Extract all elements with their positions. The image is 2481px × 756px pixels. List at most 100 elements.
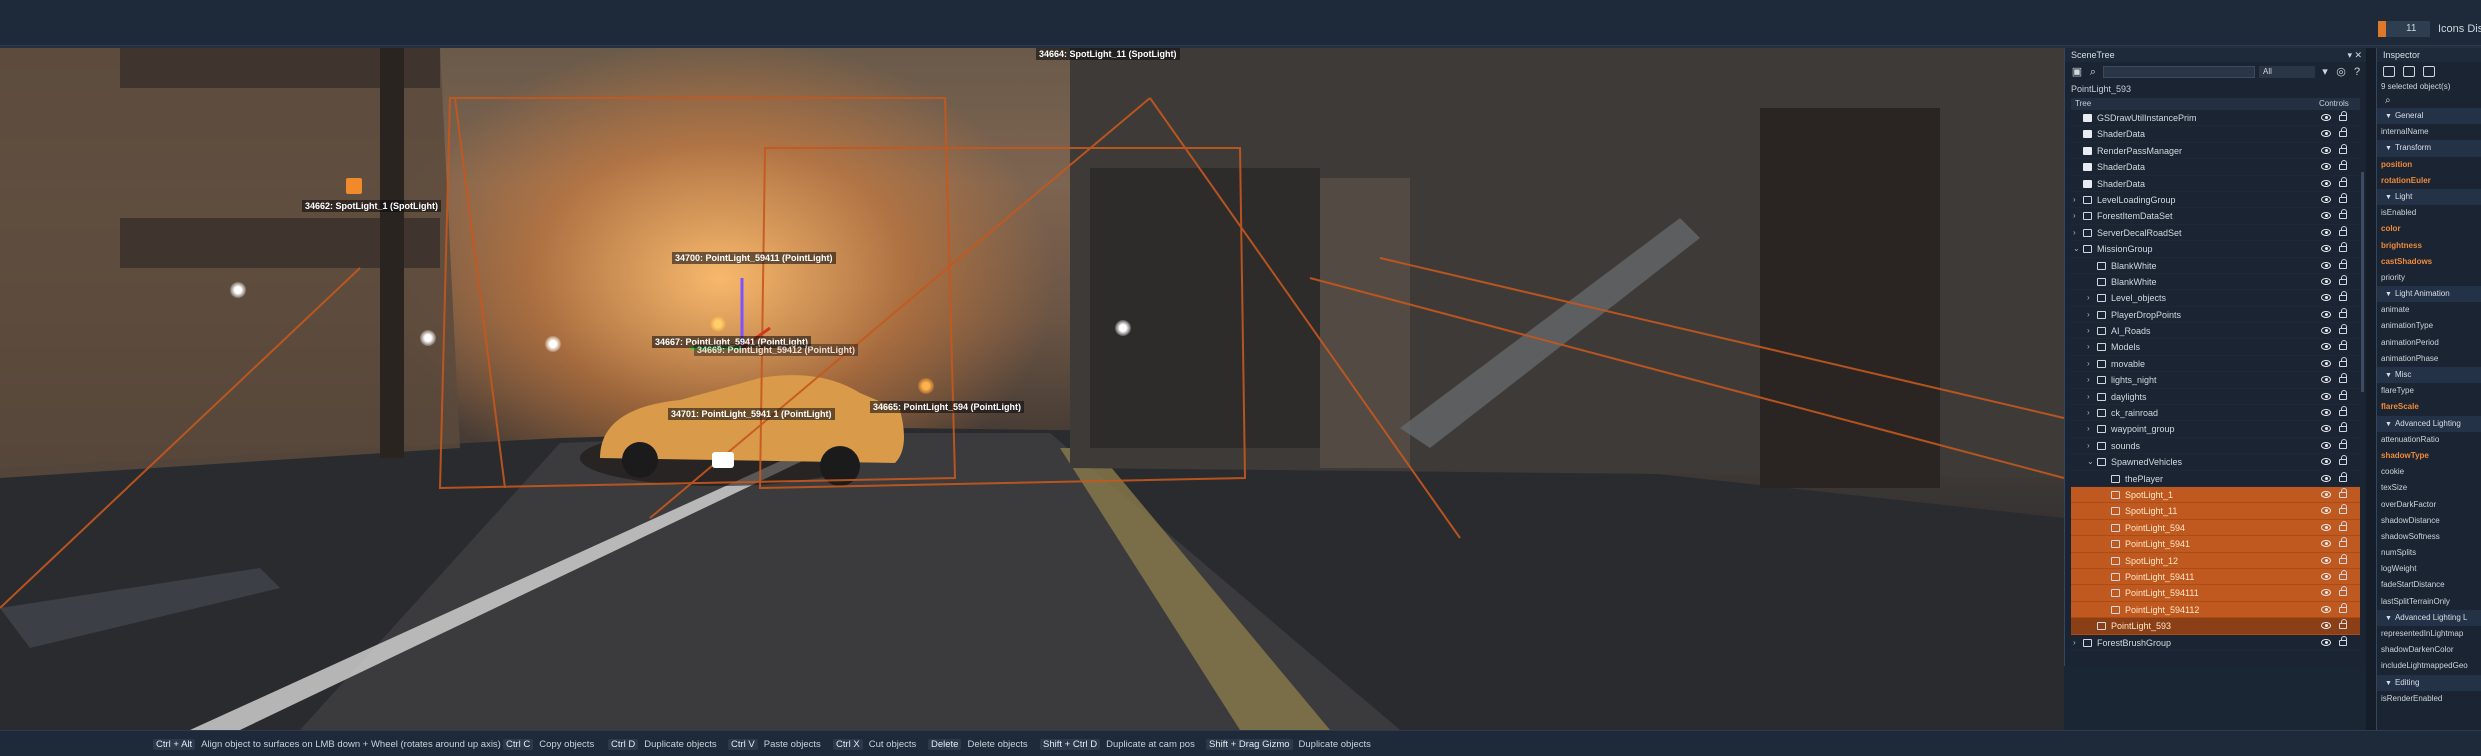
help-icon[interactable]: ? bbox=[2351, 66, 2363, 78]
tree-row[interactable]: BlankWhite bbox=[2071, 258, 2360, 274]
property-row[interactable]: rotationEuler bbox=[2377, 173, 2481, 189]
expand-arrow-icon[interactable]: › bbox=[2087, 372, 2090, 388]
property-row[interactable]: color bbox=[2377, 221, 2481, 237]
visibility-eye-icon[interactable] bbox=[2321, 327, 2331, 335]
object-label[interactable]: 34701: PointLight_5941 1 (PointLight) bbox=[668, 408, 835, 420]
expand-arrow-icon[interactable]: › bbox=[2087, 290, 2090, 306]
visibility-eye-icon[interactable] bbox=[2321, 425, 2331, 433]
collapse-arrow-icon[interactable]: ▼ bbox=[2385, 680, 2392, 687]
object-label[interactable]: 34700: PointLight_59411 (PointLight) bbox=[672, 252, 836, 264]
lock-icon[interactable] bbox=[2339, 602, 2347, 613]
tree-row[interactable]: SpotLight_1 bbox=[2071, 486, 2360, 504]
visibility-eye-icon[interactable] bbox=[2321, 507, 2331, 515]
lock-icon[interactable] bbox=[2339, 209, 2347, 220]
collapse-arrow-icon[interactable]: ▼ bbox=[2385, 615, 2392, 622]
expand-arrow-icon[interactable]: › bbox=[2087, 307, 2090, 323]
visibility-eye-icon[interactable] bbox=[2321, 146, 2331, 154]
property-row[interactable]: representedInLightmap bbox=[2377, 626, 2481, 642]
lock-icon[interactable] bbox=[2339, 586, 2347, 597]
tree-row[interactable]: › ForestBrushGroup bbox=[2071, 635, 2360, 651]
property-row[interactable]: shadowSoftness bbox=[2377, 529, 2481, 545]
spot-light-icon[interactable] bbox=[346, 178, 362, 194]
lock-icon[interactable] bbox=[2339, 340, 2347, 351]
visibility-eye-icon[interactable] bbox=[2321, 376, 2331, 384]
property-row[interactable]: texSize bbox=[2377, 480, 2481, 496]
lock-icon[interactable] bbox=[2339, 537, 2347, 548]
scene-tree-scrollbar[interactable] bbox=[2361, 172, 2364, 392]
lock-icon[interactable] bbox=[2383, 65, 2395, 77]
tree-row[interactable]: › AI_Roads bbox=[2071, 323, 2360, 339]
lock-icon[interactable] bbox=[2339, 192, 2347, 203]
lock-icon[interactable] bbox=[2339, 520, 2347, 531]
expand-arrow-icon[interactable]: › bbox=[2087, 323, 2090, 339]
tree-row[interactable]: ⌄ MissionGroup bbox=[2071, 241, 2360, 257]
property-row[interactable]: brightness bbox=[2377, 238, 2481, 254]
visibility-eye-icon[interactable] bbox=[2321, 409, 2331, 417]
lock-icon[interactable] bbox=[2339, 143, 2347, 154]
expand-arrow-icon[interactable]: › bbox=[2073, 635, 2076, 651]
tree-row[interactable]: RenderPassManager bbox=[2071, 143, 2360, 159]
collapse-arrow-icon[interactable]: ⌄ bbox=[2087, 454, 2094, 470]
visibility-eye-icon[interactable] bbox=[2321, 277, 2331, 285]
lock-icon[interactable] bbox=[2339, 127, 2347, 138]
collapse-arrow-icon[interactable]: ▼ bbox=[2385, 194, 2392, 201]
tree-row[interactable]: ShaderData bbox=[2071, 159, 2360, 175]
tree-row[interactable]: › waypoint_group bbox=[2071, 421, 2360, 437]
tree-row[interactable]: › lights_night bbox=[2071, 372, 2360, 388]
panel-menu-close-icon[interactable]: ▾ ✕ bbox=[2347, 48, 2362, 62]
property-row[interactable]: includeLightmappedGeo bbox=[2377, 658, 2481, 674]
tree-row[interactable]: PointLight_5941 bbox=[2071, 536, 2360, 553]
visibility-eye-icon[interactable] bbox=[2321, 114, 2331, 121]
expand-arrow-icon[interactable]: › bbox=[2087, 389, 2090, 405]
property-row[interactable]: attenuationRatio bbox=[2377, 432, 2481, 448]
visibility-eye-icon[interactable] bbox=[2321, 163, 2331, 171]
point-light-icon[interactable] bbox=[420, 330, 436, 346]
inspector-search-icon[interactable]: ⌕ bbox=[2377, 94, 2481, 108]
tree-row[interactable]: › Models bbox=[2071, 339, 2360, 355]
object-label[interactable]: 34662: SpotLight_1 (SpotLight) bbox=[302, 200, 442, 212]
collapse-arrow-icon[interactable]: ▼ bbox=[2385, 113, 2392, 120]
visibility-eye-icon[interactable] bbox=[2321, 343, 2331, 351]
lock-icon[interactable] bbox=[2339, 455, 2347, 466]
visibility-eye-icon[interactable] bbox=[2321, 294, 2331, 302]
expand-arrow-icon[interactable]: › bbox=[2073, 208, 2076, 224]
point-light-icon[interactable] bbox=[545, 336, 561, 352]
expand-arrow-icon[interactable]: › bbox=[2087, 405, 2090, 421]
visibility-eye-icon[interactable] bbox=[2321, 261, 2331, 269]
lock-icon[interactable] bbox=[2339, 111, 2347, 121]
property-row[interactable]: shadowType bbox=[2377, 448, 2481, 464]
property-section-header[interactable]: ▼ General bbox=[2377, 108, 2481, 125]
property-row[interactable]: animationType bbox=[2377, 318, 2481, 334]
visibility-eye-icon[interactable] bbox=[2321, 130, 2331, 138]
tree-row[interactable]: ⌄ SpawnedVehicles bbox=[2071, 454, 2360, 470]
tree-row[interactable]: GSDrawUtilInstancePrim bbox=[2071, 110, 2360, 126]
filter-icon[interactable]: ▾ bbox=[2319, 66, 2331, 78]
property-row[interactable]: isEnabled bbox=[2377, 205, 2481, 221]
tree-row[interactable]: PointLight_59411 bbox=[2071, 568, 2360, 586]
expand-arrow-icon[interactable]: › bbox=[2087, 421, 2090, 437]
tree-row[interactable]: ShaderData bbox=[2071, 176, 2360, 192]
lock-icon[interactable] bbox=[2339, 471, 2347, 482]
lock-icon[interactable] bbox=[2339, 225, 2347, 236]
property-row[interactable]: flareScale bbox=[2377, 399, 2481, 415]
tree-row[interactable]: SpotLight_12 bbox=[2071, 552, 2360, 569]
visibility-eye-icon[interactable] bbox=[2321, 245, 2331, 253]
visibility-eye-icon[interactable] bbox=[2321, 523, 2331, 531]
new-folder-icon[interactable]: ▣ bbox=[2071, 66, 2083, 78]
tree-row[interactable]: thePlayer bbox=[2071, 471, 2360, 487]
lock-icon[interactable] bbox=[2339, 438, 2347, 449]
visibility-eye-icon[interactable] bbox=[2321, 195, 2331, 203]
collapse-arrow-icon[interactable]: ▼ bbox=[2385, 291, 2392, 298]
property-row[interactable]: fadeStartDistance bbox=[2377, 577, 2481, 593]
lock-icon[interactable] bbox=[2339, 373, 2347, 384]
property-row[interactable]: flareType bbox=[2377, 383, 2481, 399]
3d-viewport[interactable]: 34664: SpotLight_11 (SpotLight) 34662: S… bbox=[0, 48, 2064, 730]
lock-icon[interactable] bbox=[2339, 356, 2347, 367]
property-row[interactable]: numSplits bbox=[2377, 545, 2481, 561]
visibility-eye-icon[interactable] bbox=[2321, 179, 2331, 187]
property-row[interactable]: lastSplitTerrainOnly bbox=[2377, 594, 2481, 610]
lock-icon[interactable] bbox=[2339, 406, 2347, 417]
point-light-icon[interactable] bbox=[1115, 320, 1131, 336]
broadcast-icon[interactable]: ◎ bbox=[2335, 66, 2347, 78]
lock-icon[interactable] bbox=[2339, 242, 2347, 253]
